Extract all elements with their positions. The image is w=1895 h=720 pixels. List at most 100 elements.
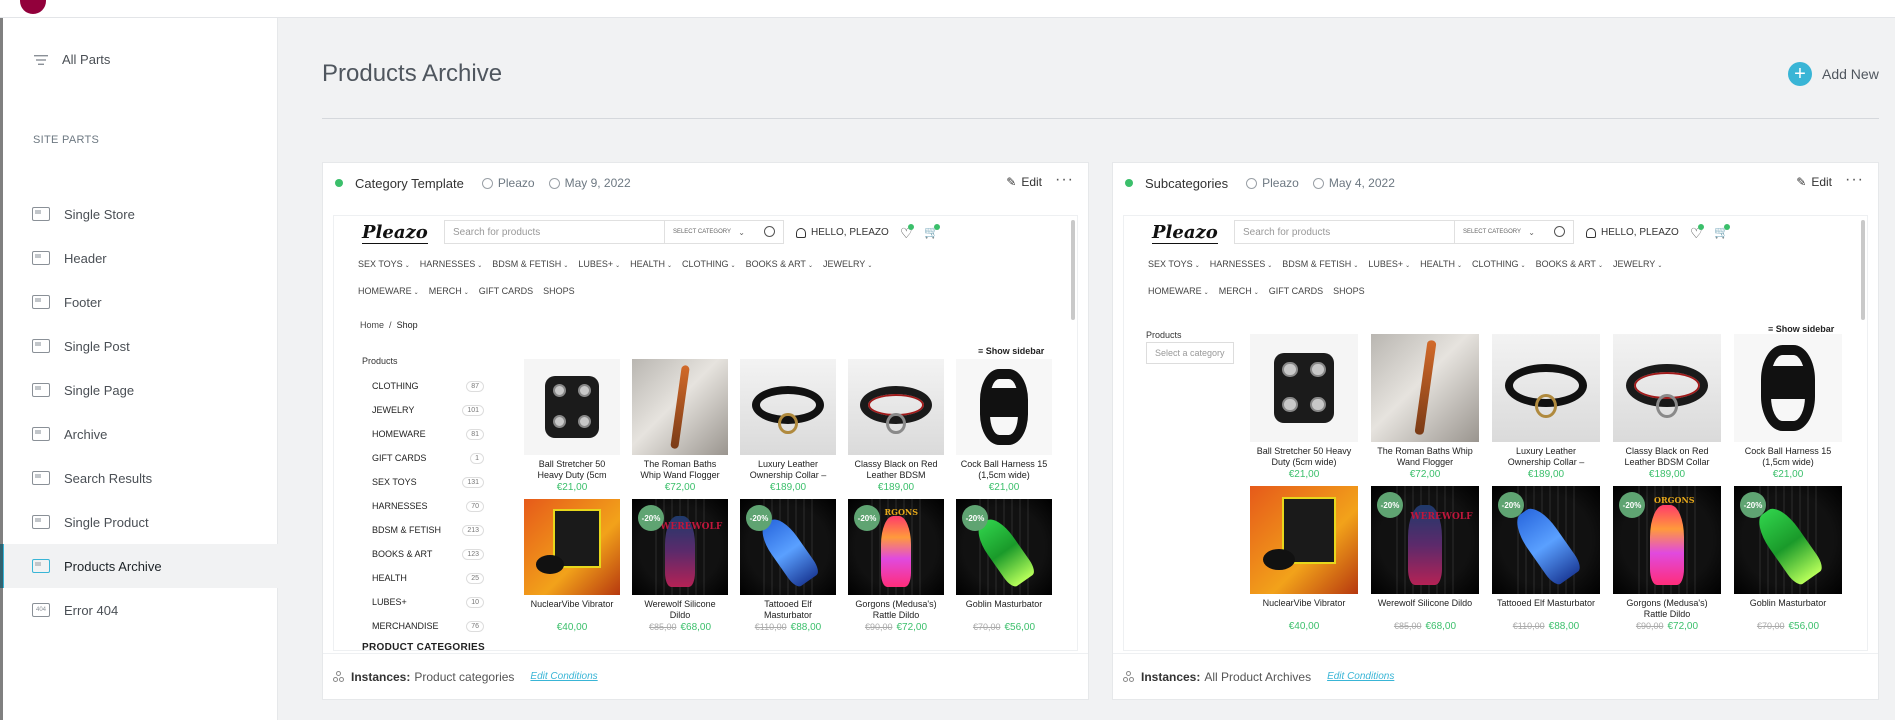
list-icon: ≡ [978,346,986,356]
single-product-icon [32,515,50,529]
sidebar-item-label: Single Post [64,338,130,354]
product-image [1492,334,1600,442]
product-card: -20% Goblin Masturbator €70,00 €56,00 [1734,486,1842,632]
sidebar-item-label: Error 404 [64,602,119,618]
card-date: May 9, 2022 [548,176,631,190]
product-name: Werewolf Silicone Dildo [1377,598,1473,608]
sidebar-item-single-post[interactable]: Single Post [0,324,278,368]
product-price: €70,00 €56,00 [1734,621,1842,632]
product-price: €189,00 [1492,469,1600,480]
card-title[interactable]: Subcategories [1145,176,1228,191]
breadcrumb-current: Shop [396,320,418,330]
more-options-icon[interactable]: ··· [1845,171,1864,189]
chevron-down-icon: ⌄ [563,263,569,269]
template-preview[interactable]: Pleazo Search for products SELECT CATEGO… [333,215,1078,651]
cart-icon: 🛒 [1714,224,1730,239]
product-image: ORGONS -20% [1613,486,1721,594]
chevron-down-icon: ⌄ [807,263,813,269]
top-bar [0,0,1895,18]
sidebar-item-label: Search Results [64,470,153,486]
app-logo-icon[interactable] [20,0,46,14]
category-item: LUBES+ 10 [362,590,484,614]
package-label: WEREWOLF [1410,511,1473,522]
product-card: Classy Black on Red Leather BDSM €189,00 [848,359,944,493]
product-image [524,499,620,595]
sidebar: All Parts SITE PARTS Single Store Header F… [0,18,278,720]
sidebar-item-footer[interactable]: Footer [0,280,278,324]
category-count: 81 [466,428,484,440]
pencil-icon: ✎ [1796,175,1807,189]
sidebar-item-header[interactable]: Header [0,236,278,280]
product-image [740,359,836,455]
product-image [1613,334,1721,442]
current-price: €189,00 [769,482,807,493]
sidebar-item-label: Footer [64,294,102,310]
store-menu-item: LUBES+ [578,259,614,269]
cart-badge [934,224,940,230]
site-parts-nav: Single Store Header Footer Single Post Singl… [0,192,278,632]
sidebar-item-single-product[interactable]: Single Product [0,500,278,544]
chevron-down-icon: ⌄ [1353,263,1359,269]
template-preview[interactable]: Pleazo Search for products SELECT CATEGO… [1123,215,1868,651]
product-name: Goblin Masturbator [1749,598,1827,608]
edit-button[interactable]: ✎ Edit [1006,175,1042,189]
wishlist-badge [908,224,914,230]
product-name: NuclearVibe Vibrator [530,599,614,609]
sidebar-item-single-store[interactable]: Single Store [0,192,278,236]
store-menu-item: SEX TOYS [358,259,403,269]
old-price: €90,00 [1635,621,1664,631]
sidebar-item-error-404[interactable]: 404 Error 404 [0,588,278,632]
hello-text: HELLO, PLEAZO [811,227,889,238]
wishlist-badge [1698,224,1704,230]
product-card: ORGONS -20% Gorgons (Medusa's) Rattle Dild… [1613,486,1721,632]
sidebar-item-archive[interactable]: Archive [0,412,278,456]
product-price: €189,00 [1613,469,1721,480]
sale-badge: -20% [746,505,772,531]
preview-scrollbar [1071,220,1075,320]
sidebar-item-search-results[interactable]: Search Results [0,456,278,500]
category-item: HEALTH 25 [362,566,484,590]
category-count: 131 [462,476,484,488]
old-price: €90,00 [864,622,893,632]
search-placeholder: Search for products [1243,226,1331,238]
store-menu-item: SHOPS [1333,286,1365,296]
product-image: WEREWOLF -20% [632,499,728,595]
chevron-down-icon: ⌄ [730,263,736,269]
card-footer: Instances: All Product Archives Edit Con… [1113,653,1878,699]
product-card: -20% Tattooed Elf Masturbator €110,00 €88,0… [740,499,836,633]
category-item: BOOKS & ART 123 [362,542,484,566]
product-card: Cock Ball Harness 15 (1,5cm wide) €21,00 [1734,334,1842,480]
card-title[interactable]: Category Template [355,176,464,191]
current-price: €40,00 [1288,621,1320,632]
edit-conditions-link[interactable]: Edit Conditions [530,671,597,682]
card-header: Subcategories Pleazo May 4, 2022 [1113,163,1878,203]
more-options-icon[interactable]: ··· [1055,171,1074,189]
category-count: 213 [462,524,484,536]
edit-button[interactable]: ✎ Edit [1796,175,1832,189]
chevron-down-icon: ⌄ [1457,263,1463,269]
cart-icon: 🛒 [924,224,940,239]
store-template-icon [32,207,50,221]
add-new-label: Add New [1822,66,1879,82]
category-name: SEX TOYS [372,477,417,487]
product-card: RGONS -20% Gorgons (Medusa's) Rattle Dildo… [848,499,944,633]
all-parts-link[interactable]: All Parts [34,52,110,67]
sale-badge: -20% [962,505,988,531]
edit-conditions-link[interactable]: Edit Conditions [1327,671,1394,682]
wand-shape [1414,340,1436,436]
stud-shape [1282,362,1298,378]
category-name: LUBES+ [372,597,407,607]
chevron-down-icon: ⌄ [615,263,621,269]
vibrator-shape [535,554,565,574]
sidebar-item-single-page[interactable]: Single Page [0,368,278,412]
current-price: €189,00 [877,482,915,493]
store-menu-item: BDSM & FETISH [492,259,562,269]
add-new-button[interactable]: + Add New [1788,62,1879,86]
product-grid: Ball Stretcher 50 Heavy Duty (5cm €21,00 T… [524,359,1052,633]
sidebar-item-label: Single Store [64,206,135,222]
products-heading: Products [1146,330,1182,340]
current-price: €40,00 [556,622,588,633]
old-price: €70,00 [1756,621,1785,631]
category-sidebar: Products CLOTHING 87 JEWELRY 101 HOMEWARE 81 G… [362,356,485,650]
sidebar-item-products-archive[interactable]: Products Archive [0,544,278,588]
